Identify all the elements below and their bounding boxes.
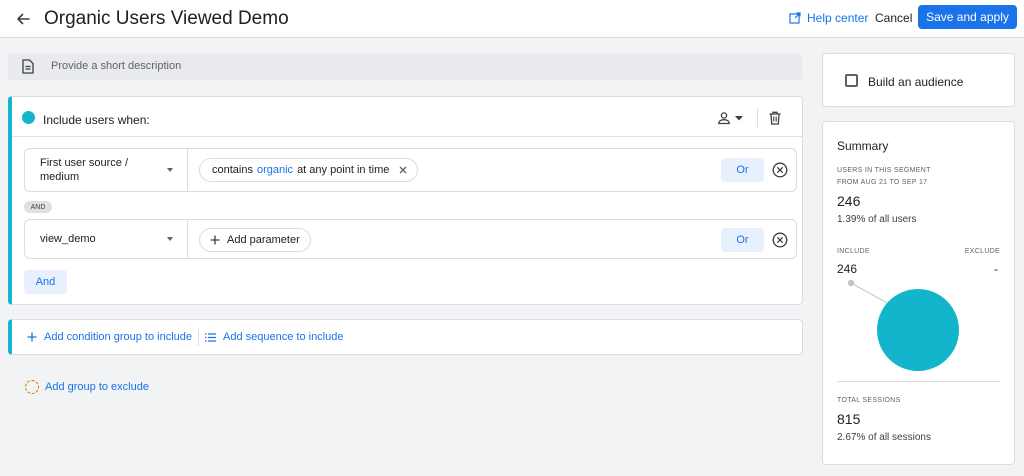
add-exclude-group-label: Add group to exclude — [45, 381, 149, 393]
pie-leader-dot — [847, 279, 855, 287]
add-parameter-button[interactable]: Add parameter — [199, 228, 311, 252]
person-icon — [718, 112, 730, 125]
chip-operator: contains — [212, 164, 253, 176]
add-sequence-label: Add sequence to include — [223, 331, 344, 343]
divider — [837, 381, 1000, 382]
event-dropdown[interactable]: view_demo — [25, 220, 188, 258]
open-external-icon — [789, 12, 801, 24]
include-exclude-pie-chart — [847, 279, 959, 371]
or-button[interactable]: Or — [721, 158, 764, 182]
top-bar: Organic Users Viewed Demo Help center Ca… — [0, 0, 1024, 38]
chevron-down-icon — [735, 115, 743, 120]
close-icon[interactable] — [399, 166, 407, 174]
add-condition-group-link[interactable]: Add condition group to include — [27, 331, 192, 343]
remove-condition-icon[interactable] — [772, 232, 788, 248]
condition-row: First user source / medium contains organ… — [24, 148, 797, 192]
add-exclude-group-link[interactable]: Add group to exclude — [25, 380, 149, 394]
group-color-dot — [22, 111, 35, 124]
dashed-circle-icon — [25, 380, 39, 394]
divider — [198, 329, 199, 346]
condition-row: view_demo Add parameter Or — [24, 219, 797, 259]
chip-value: organic — [256, 164, 294, 176]
document-icon — [22, 59, 34, 74]
page-title: Organic Users Viewed Demo — [44, 8, 289, 29]
description-placeholder: Provide a short description — [51, 60, 182, 72]
help-center-label: Help center — [807, 11, 869, 25]
help-center-link[interactable]: Help center — [789, 11, 868, 25]
back-arrow-icon[interactable] — [12, 8, 34, 30]
or-button[interactable]: Or — [721, 228, 764, 252]
divider — [757, 109, 758, 127]
summary-card: Summary USERS IN THIS SEGMENT FROM AUG 21… — [822, 121, 1015, 465]
caret-down-icon — [167, 168, 173, 172]
and-button[interactable]: And — [24, 270, 67, 294]
save-and-apply-button[interactable]: Save and apply — [918, 5, 1017, 29]
condition-filter-chip[interactable]: contains organic at any point in time — [199, 158, 419, 182]
add-parameter-label: Add parameter — [227, 234, 300, 246]
event-label: view_demo — [40, 233, 96, 245]
description-field[interactable]: Provide a short description — [8, 53, 802, 80]
sessions-count: 815 — [837, 411, 861, 427]
cancel-button[interactable]: Cancel — [875, 11, 912, 25]
add-conditions-card: Add condition group to include Add seque… — [8, 319, 803, 355]
include-heading: Include users when: — [43, 113, 150, 127]
trash-icon[interactable] — [769, 111, 781, 128]
dimension-label: First user source / medium — [40, 157, 129, 183]
add-sequence-link[interactable]: Add sequence to include — [205, 331, 343, 343]
build-audience-card: Build an audience — [822, 53, 1015, 107]
build-audience-label: Build an audience — [868, 75, 964, 89]
include-group-header: Include users when: — [12, 97, 802, 137]
sessions-caption: TOTAL SESSIONS — [837, 397, 901, 404]
pie-slice-include — [877, 289, 959, 371]
dimension-dropdown[interactable]: First user source / medium — [25, 149, 188, 191]
sessions-percentage: 2.67% of all sessions — [837, 432, 931, 443]
add-condition-group-label: Add condition group to include — [44, 331, 192, 343]
chip-scope: at any point in time — [297, 164, 390, 176]
pie-leader-line — [850, 282, 892, 306]
scope-dropdown[interactable] — [717, 111, 743, 125]
build-audience-checkbox[interactable] — [845, 74, 858, 87]
remove-condition-icon[interactable] — [772, 162, 788, 178]
plus-icon — [210, 235, 220, 245]
caret-down-icon — [167, 237, 173, 241]
plus-icon — [27, 332, 37, 342]
include-group-card: Include users when: First user source / m… — [8, 96, 803, 305]
and-connector-badge: AND — [24, 201, 52, 213]
sequence-list-icon — [205, 332, 216, 342]
